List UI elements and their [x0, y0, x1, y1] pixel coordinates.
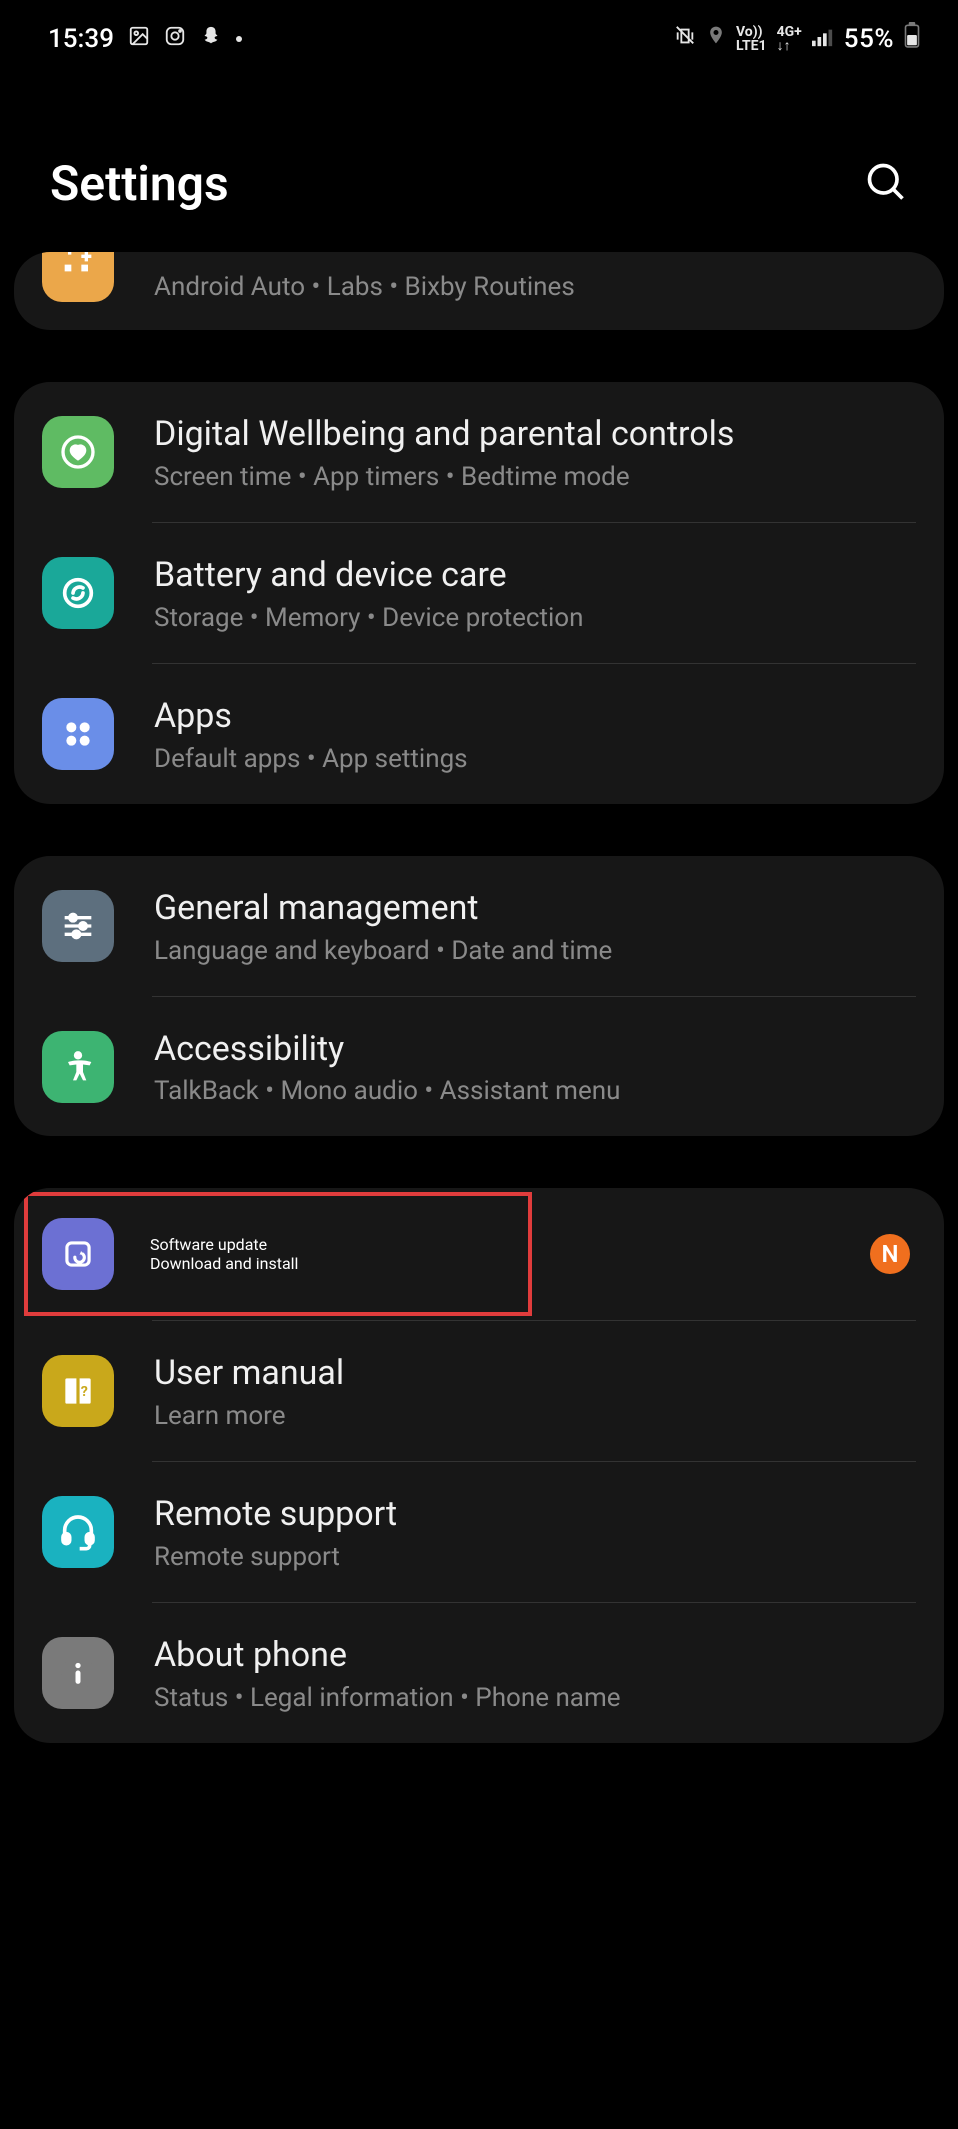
settings-item-subtitle: TalkBack • Mono audio • Assistant menu: [154, 1076, 916, 1106]
settings-item-title: Digital Wellbeing and parental controls: [154, 412, 916, 458]
settings-item-title: About phone: [154, 1633, 916, 1679]
signal-icon: [812, 24, 834, 54]
settings-item-title: Accessibility: [154, 1027, 916, 1073]
page-header: Settings: [0, 65, 958, 252]
refresh-circle-icon: [42, 557, 114, 629]
settings-item-subtitle: Android Auto • Labs • Bixby Routines: [154, 272, 916, 302]
snapchat-icon: [200, 24, 222, 54]
notification-badge: N: [870, 1234, 910, 1274]
page-title: Settings: [50, 155, 229, 212]
status-bar: 15:39 Vo))LTE1 4G+↓↑ 55%: [0, 0, 958, 65]
settings-item-subtitle: Download and install: [150, 1254, 298, 1273]
settings-item-digital-wellbeing[interactable]: Digital Wellbeing and parental controls …: [14, 382, 944, 522]
headset-icon: [42, 1496, 114, 1568]
search-icon: [864, 160, 908, 204]
settings-item-about-phone[interactable]: About phone Status • Legal information •…: [14, 1603, 944, 1743]
location-icon: [706, 23, 726, 54]
settings-item-software-update[interactable]: Software update Download and install N: [14, 1188, 944, 1320]
settings-item-title: User manual: [154, 1351, 916, 1397]
settings-group: General management Language and keyboard…: [14, 856, 944, 1137]
settings-item-subtitle: Default apps • App settings: [154, 744, 916, 774]
grid-dots-icon: [42, 698, 114, 770]
highlight-box: Software update Download and install: [24, 1192, 532, 1316]
settings-item-subtitle: Language and keyboard • Date and time: [154, 936, 916, 966]
instagram-icon: [164, 24, 186, 54]
settings-item-user-manual[interactable]: ? User manual Learn more: [14, 1321, 944, 1461]
settings-item-subtitle: Storage • Memory • Device protection: [154, 603, 916, 633]
battery-icon: [904, 22, 920, 55]
settings-item-apps[interactable]: Apps Default apps • App settings: [14, 664, 944, 804]
settings-item-title: General management: [154, 886, 916, 932]
book-icon: ?: [42, 1355, 114, 1427]
settings-item-subtitle: Remote support: [154, 1542, 916, 1572]
settings-item-accessibility[interactable]: Accessibility TalkBack • Mono audio • As…: [14, 997, 944, 1137]
person-icon: [42, 1031, 114, 1103]
settings-item-title: Software update: [150, 1235, 298, 1254]
settings-item-subtitle: Status • Legal information • Phone name: [154, 1683, 916, 1713]
info-icon: [42, 1637, 114, 1709]
search-button[interactable]: [864, 160, 908, 207]
settings-item-battery-device-care[interactable]: Battery and device care Storage • Memory…: [14, 523, 944, 663]
settings-item-remote-support[interactable]: Remote support Remote support: [14, 1462, 944, 1602]
settings-group: Software update Download and install N ?…: [14, 1188, 944, 1743]
settings-item-title: Battery and device care: [154, 553, 916, 599]
sliders-icon: [42, 890, 114, 962]
settings-group-partial: Android Auto • Labs • Bixby Routines: [14, 252, 944, 330]
settings-item-advanced-features[interactable]: Android Auto • Labs • Bixby Routines: [14, 252, 944, 330]
settings-item-title: Remote support: [154, 1492, 916, 1538]
update-icon: [42, 1218, 114, 1290]
battery-percent: 55%: [844, 24, 894, 54]
settings-group: Digital Wellbeing and parental controls …: [14, 382, 944, 804]
settings-item-title: Apps: [154, 694, 916, 740]
network-4g-icon: 4G+↓↑: [777, 25, 802, 53]
gallery-icon: [128, 24, 150, 54]
vibrate-icon: [674, 24, 696, 54]
svg-text:?: ?: [81, 1384, 88, 1400]
heart-circle-icon: [42, 416, 114, 488]
volte-icon: Vo))LTE1: [736, 25, 767, 53]
advanced-features-icon: [42, 252, 114, 302]
status-time: 15:39: [48, 24, 114, 54]
dot-icon: [236, 36, 242, 42]
settings-item-subtitle: Screen time • App timers • Bedtime mode: [154, 462, 916, 492]
settings-item-subtitle: Learn more: [154, 1401, 916, 1431]
settings-item-general-management[interactable]: General management Language and keyboard…: [14, 856, 944, 996]
